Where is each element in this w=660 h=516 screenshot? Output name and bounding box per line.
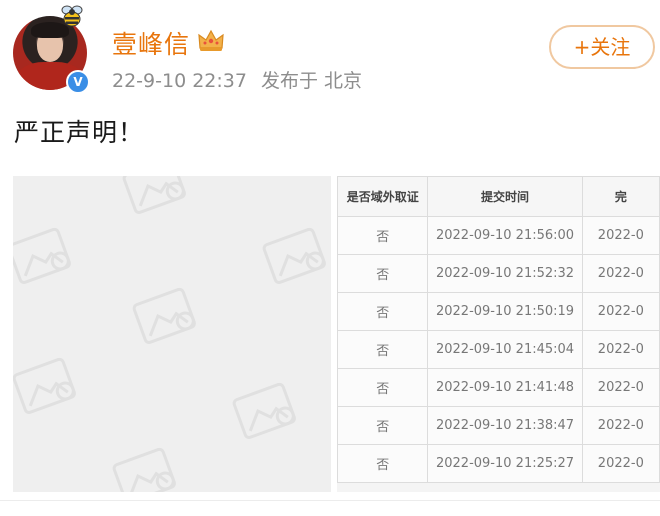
table-header-row: 是否域外取证 提交时间 完 [337,176,660,217]
table-row: 否 2022-09-10 21:45:04 2022-0 [337,330,660,369]
table-row: 否 2022-09-10 21:41:48 2022-0 [337,368,660,407]
post-meta: 22-9-10 22:37 发布于 北京 [112,66,370,93]
cell-submit-time: 2022-09-10 21:52:32 [427,254,583,293]
cell-complete: 2022-0 [581,216,660,255]
image-placeholder-icon [6,156,328,506]
cell-overseas: 否 [337,254,429,293]
cell-overseas: 否 [337,292,429,331]
header-submit-time: 提交时间 [427,176,583,217]
cell-submit-time: 2022-09-10 21:56:00 [427,216,583,255]
cell-complete: 2022-0 [581,444,660,483]
records-table: 是否域外取证 提交时间 完 否 2022-09-10 21:56:00 2022… [337,176,660,483]
table-screenshot[interactable]: 是否域外取证 提交时间 完 否 2022-09-10 21:56:00 2022… [337,176,660,492]
cell-overseas: 否 [337,216,429,255]
post-text: 严正声明！ [14,118,145,147]
cell-overseas: 否 [337,330,429,369]
divider [0,500,660,501]
crown-icon [198,29,224,51]
cell-submit-time: 2022-09-10 21:25:27 [427,444,583,483]
table-row: 否 2022-09-10 21:38:47 2022-0 [337,406,660,445]
username[interactable]: 壹峰信 [112,25,190,61]
cell-submit-time: 2022-09-10 21:38:47 [427,406,583,445]
cell-complete: 2022-0 [581,330,660,369]
bee-icon [61,5,83,27]
image-placeholder[interactable] [6,156,331,506]
table-row: 否 2022-09-10 21:56:00 2022-0 [337,216,660,255]
cell-complete: 2022-0 [581,254,660,293]
post-date: 22-9-10 22:37 [112,70,247,92]
follow-button[interactable]: +关注 [549,25,655,69]
cell-overseas: 否 [337,406,429,445]
post-location: 发布于 北京 [261,70,363,92]
table-row: 否 2022-09-10 21:25:27 2022-0 [337,444,660,483]
cell-complete: 2022-0 [581,292,660,331]
cell-submit-time: 2022-09-10 21:45:04 [427,330,583,369]
cell-overseas: 否 [337,444,429,483]
cell-submit-time: 2022-09-10 21:41:48 [427,368,583,407]
header-complete: 完 [581,176,660,217]
table-row: 否 2022-09-10 21:50:19 2022-0 [337,292,660,331]
cell-submit-time: 2022-09-10 21:50:19 [427,292,583,331]
verified-icon: V [66,70,90,94]
cell-complete: 2022-0 [581,368,660,407]
cell-overseas: 否 [337,368,429,407]
cell-complete: 2022-0 [581,406,660,445]
header-overseas: 是否域外取证 [337,176,429,217]
table-row: 否 2022-09-10 21:52:32 2022-0 [337,254,660,293]
